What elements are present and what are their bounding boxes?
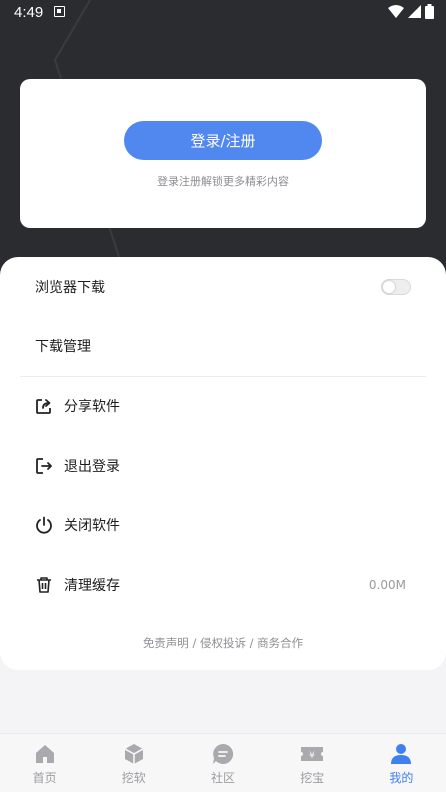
toggle-knob	[383, 281, 395, 293]
notification-icon	[54, 6, 65, 17]
login-subtitle: 登录注册解锁更多精彩内容	[157, 175, 289, 188]
tab-community[interactable]: 社区	[178, 734, 267, 792]
tab-community-label: 社区	[211, 771, 236, 785]
home-icon	[33, 742, 57, 766]
tab-software-label: 挖软	[121, 771, 146, 785]
close-app-row[interactable]: 关闭软件	[0, 500, 446, 550]
share-app-label: 分享软件	[64, 399, 120, 415]
browser-download-label: 浏览器下载	[35, 280, 105, 296]
share-icon	[34, 396, 54, 416]
settings-panel: 浏览器下载 下载管理 分享软件 退出登录 关闭软件 清理缓存 0.00M 免责声…	[0, 257, 446, 670]
download-manager-label: 下载管理	[35, 339, 91, 355]
user-icon	[389, 742, 413, 766]
power-icon	[34, 515, 54, 535]
tab-home[interactable]: 首页	[0, 734, 89, 792]
chat-icon	[211, 742, 235, 766]
signal-icon	[408, 5, 421, 18]
logout-row[interactable]: 退出登录	[0, 441, 446, 491]
status-bar: 4:49	[0, 0, 446, 24]
tab-home-label: 首页	[32, 771, 57, 785]
download-manager-row[interactable]: 下载管理	[0, 321, 446, 371]
clear-cache-row[interactable]: 清理缓存 0.00M	[0, 560, 446, 610]
logout-label: 退出登录	[64, 459, 120, 475]
share-app-row[interactable]: 分享软件	[0, 381, 446, 431]
browser-download-row[interactable]: 浏览器下载	[0, 262, 446, 312]
login-card: 登录/注册 登录注册解锁更多精彩内容	[20, 79, 426, 228]
tab-software[interactable]: 挖软	[89, 734, 178, 792]
tab-treasure-label: 挖宝	[300, 771, 325, 785]
cache-size-value: 0.00M	[368, 578, 406, 592]
legal-links[interactable]: 免责声明 / 侵权投诉 / 商务合作	[0, 635, 446, 651]
wifi-icon	[388, 4, 404, 18]
svg-text:¥: ¥	[309, 751, 315, 761]
close-app-label: 关闭软件	[64, 518, 120, 534]
logout-icon	[34, 456, 54, 476]
battery-icon	[425, 4, 434, 19]
ticket-icon: ¥	[300, 742, 324, 766]
tab-mine[interactable]: 我的	[357, 734, 446, 792]
login-register-button[interactable]: 登录/注册	[124, 121, 322, 160]
clear-cache-label: 清理缓存	[64, 578, 120, 594]
bottom-tab-bar: 首页 挖软 社区 ¥ 挖宝 我的	[0, 733, 446, 792]
status-time: 4:49	[14, 4, 44, 21]
tab-mine-label: 我的	[389, 771, 414, 785]
trash-icon	[34, 575, 54, 595]
browser-download-toggle[interactable]	[381, 279, 411, 295]
divider	[20, 376, 426, 377]
tab-treasure[interactable]: ¥ 挖宝	[268, 734, 357, 792]
box-icon	[122, 742, 146, 766]
